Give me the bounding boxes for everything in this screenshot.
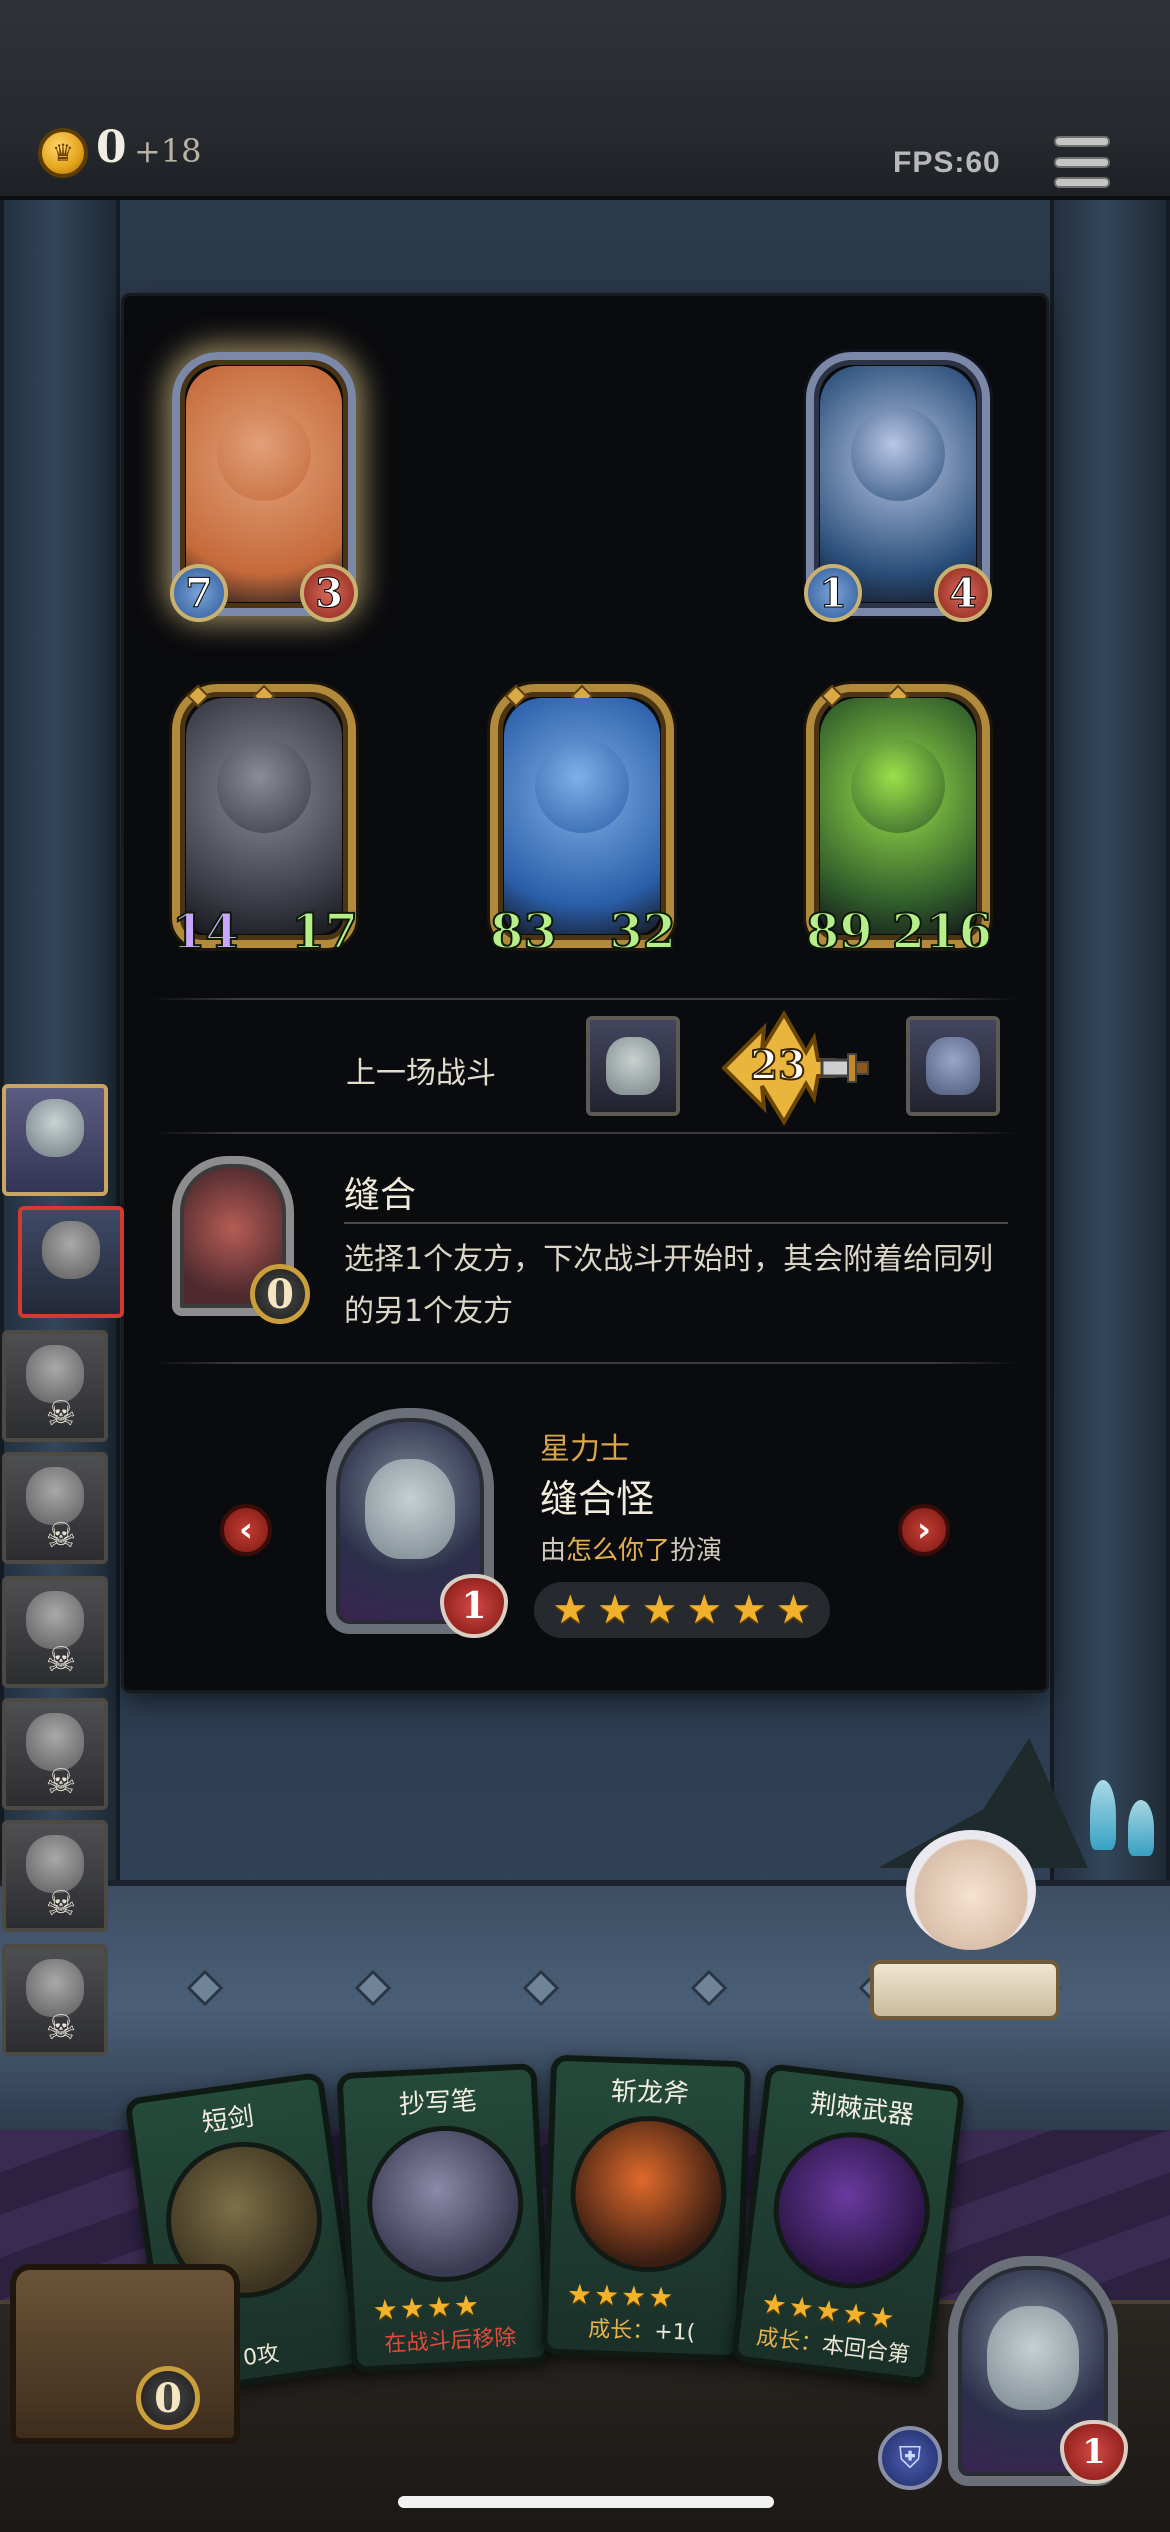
skull-icon: ☠ [45, 1762, 77, 1802]
spell-name: 缝合 [344, 1175, 417, 1216]
credit-prefix: 由 [540, 1536, 567, 1566]
hero-credit: 由怎么你了扮演 [540, 1530, 722, 1567]
minion-health: 4 [934, 564, 992, 622]
opponent-portrait[interactable] [2, 1084, 108, 1196]
spell-description: 选择1个友方，下次战斗开始时，其会附着给同列的另1个友方 [344, 1242, 994, 1329]
star-icon: ★ [686, 1587, 723, 1633]
minion-portrait [851, 739, 945, 834]
opponent-portrait[interactable]: ☠ [2, 1820, 108, 1932]
shield-icon[interactable]: ⛨ [878, 2426, 942, 2490]
home-indicator[interactable] [398, 2496, 774, 2508]
minion-attack: 7 [170, 564, 228, 622]
spell-cost: 0 [250, 1264, 310, 1324]
hamburger-menu-icon[interactable] [1054, 136, 1110, 188]
star-icon: ★ [775, 1587, 812, 1633]
hero-face-icon [926, 1037, 980, 1095]
crown-coin-icon: ♛ [38, 128, 88, 178]
shop-card-stars: ★★★★ [566, 2277, 676, 2315]
opponent-portrait[interactable]: ☠ [2, 1452, 108, 1564]
skull-icon: ☠ [45, 1394, 77, 1434]
shop-card-title: 斩龙斧 [610, 2076, 690, 2110]
minion-attack: 1 [804, 564, 862, 622]
crystal-decoration [1090, 1780, 1116, 1850]
shop-card-title: 短剑 [200, 2101, 256, 2139]
chest-count: 0 [136, 2366, 200, 2430]
shop-card[interactable]: 荆棘武器 ★★★★★ 成长：本回合第 [730, 2062, 966, 2386]
shop-chest[interactable] [10, 2264, 240, 2444]
bartender-wizard[interactable] [906, 1830, 1036, 1950]
minion-card[interactable]: 7 3 [170, 352, 358, 622]
damage-dealt: 23 [749, 1041, 807, 1090]
opponent-portrait[interactable]: ☠ [2, 1698, 108, 1810]
star-icon: ★ [597, 1587, 633, 1633]
chevron-left-icon: ‹ [238, 1510, 253, 1550]
minion-card[interactable]: 83 32 [489, 684, 677, 957]
chevron-right-icon: › [916, 1510, 931, 1550]
minion-health: 216 [891, 904, 993, 960]
minion-attack: 14 [171, 904, 240, 960]
minion-health: 3 [300, 564, 358, 622]
credit-suffix: 扮演 [670, 1536, 723, 1566]
hero-face-icon [42, 1220, 100, 1279]
hero-face-icon [365, 1458, 455, 1559]
axe-icon [567, 2113, 730, 2275]
minion-health: 17 [290, 904, 359, 960]
minion-card[interactable]: 1 4 [804, 352, 992, 622]
skull-icon: ☠ [45, 1884, 77, 1924]
player-name: 怎么你了 [566, 1536, 671, 1566]
minion-health: 32 [608, 904, 677, 960]
skull-icon: ☠ [45, 1516, 77, 1556]
minion-portrait [217, 407, 311, 502]
opponent-portrait[interactable]: ☠ [2, 1944, 108, 2056]
quill-icon [363, 2121, 528, 2286]
section-divider [152, 1362, 1018, 1364]
star-icon: ★ [641, 1587, 678, 1633]
gold-income: +18 [134, 132, 202, 170]
hero-star-rating: ★ ★ ★ ★ ★ ★ [534, 1582, 830, 1638]
skull-icon: ☠ [45, 1640, 77, 1680]
opponent-battle-portrait [906, 1016, 1000, 1116]
minion-card[interactable]: 89 216 [805, 684, 993, 957]
next-hero-button[interactable]: › [898, 1504, 950, 1556]
skull-icon: ☠ [45, 2008, 77, 2048]
minion-card[interactable]: 14 17 [171, 684, 359, 957]
gold-amount: 0 [96, 122, 127, 173]
self-battle-portrait [586, 1016, 680, 1116]
star-icon: ★ [731, 1587, 767, 1633]
crystal-decoration [1128, 1800, 1154, 1856]
minion-portrait [851, 407, 945, 502]
hero-name: 缝合怪 [540, 1477, 655, 1521]
last-battle-label: 上一场战斗 [346, 1056, 496, 1091]
section-divider [152, 998, 1018, 1000]
fps-counter: FPS:60 [893, 146, 1001, 179]
shop-card[interactable]: 抄写笔 ★★★★ 在战斗后移除 [336, 2062, 552, 2374]
shop-card-desc: 成长：+1( [587, 2317, 696, 2346]
minion-attack: 89 [805, 904, 874, 960]
star-icon: ★ [552, 1587, 589, 1633]
opponent-portrait[interactable] [18, 1206, 124, 1318]
hero-face-icon [606, 1037, 660, 1095]
spell-divider [344, 1222, 1008, 1224]
hero-face-icon [26, 1098, 84, 1157]
shop-card-title: 荆棘武器 [808, 2088, 916, 2132]
minion-attack: 83 [489, 904, 558, 960]
opponent-portrait[interactable]: ☠ [2, 1330, 108, 1442]
hero-face-icon [987, 2306, 1079, 2411]
shop-card-title: 抄写笔 [398, 2086, 478, 2121]
section-divider [152, 1132, 1018, 1134]
shop-card[interactable]: 斩龙斧 ★★★★ 成长：+1( [540, 2054, 752, 2362]
prev-hero-button[interactable]: ‹ [220, 1504, 272, 1556]
minion-portrait [535, 739, 629, 834]
thorn-weapon-icon [764, 2123, 939, 2298]
shop-card-stars: ★★★★ [371, 2288, 482, 2327]
opponent-portrait[interactable]: ☠ [2, 1576, 108, 1688]
wizard-book [870, 1960, 1060, 2020]
sword-icon [820, 1058, 852, 1078]
minion-portrait [217, 739, 311, 834]
hero-class: 星力士 [540, 1432, 630, 1467]
shop-card-desc: 在战斗后移除 [383, 2325, 518, 2358]
